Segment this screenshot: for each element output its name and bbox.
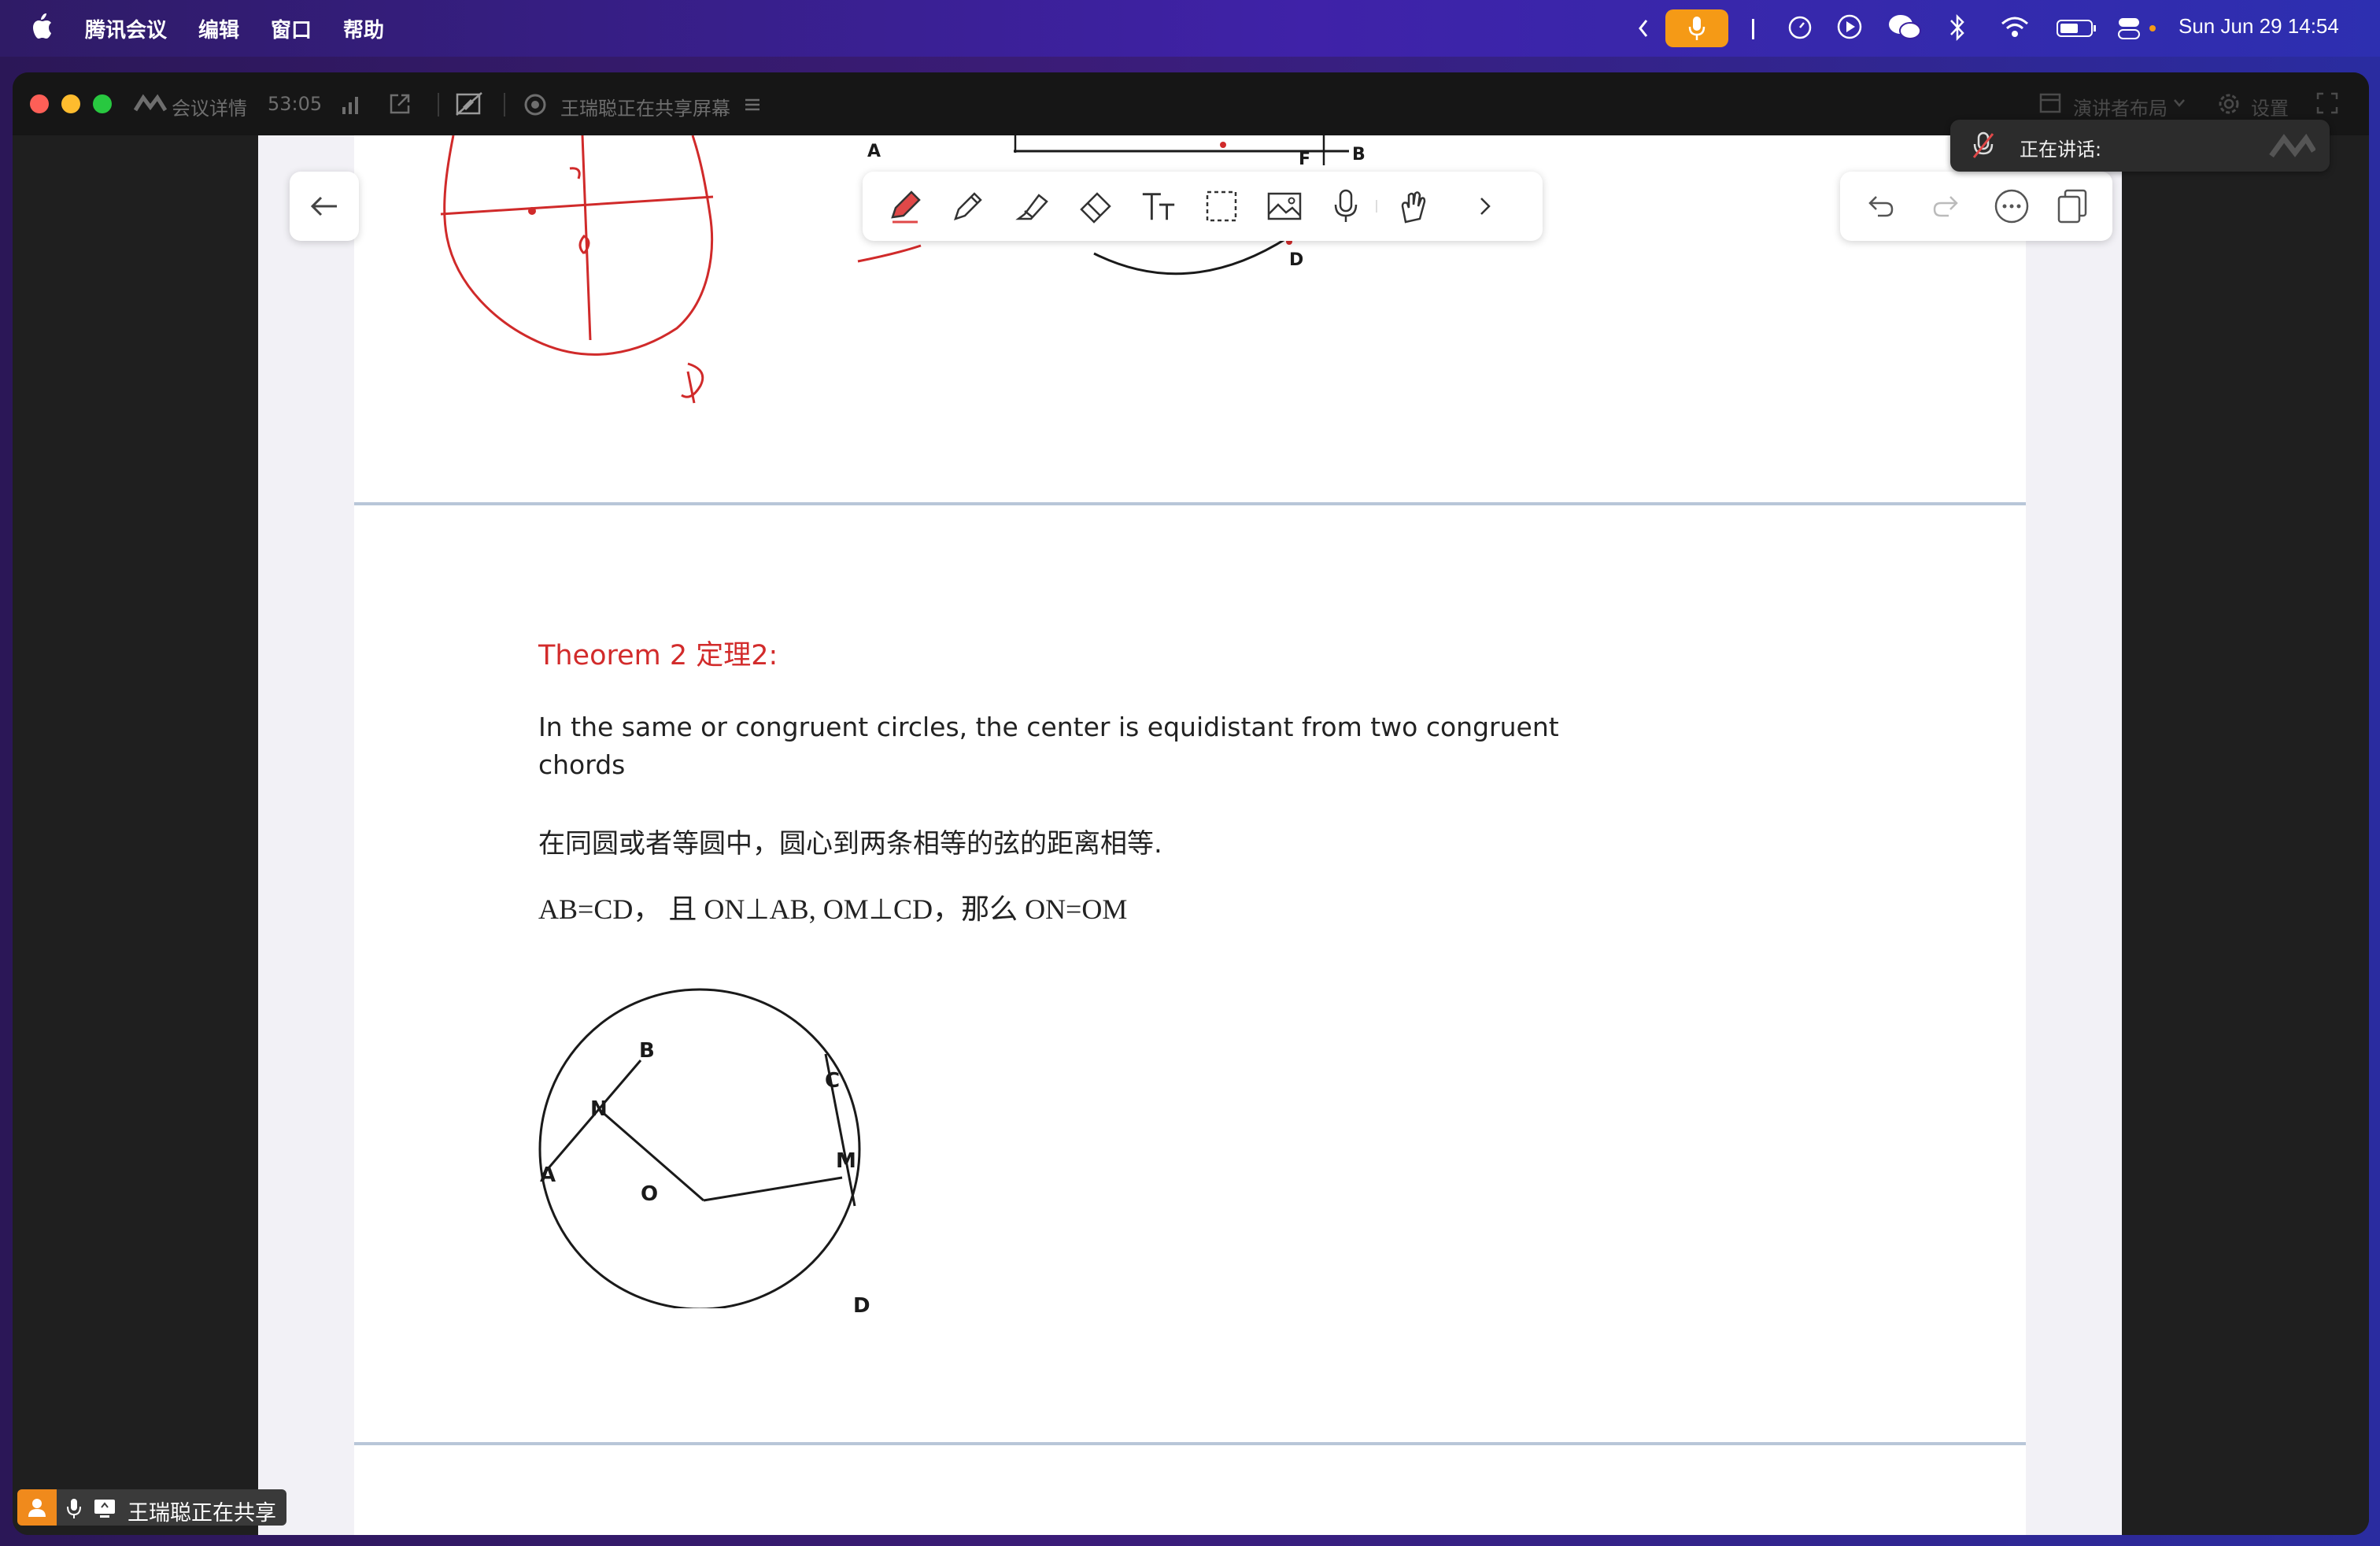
menu-edit[interactable]: 编辑 — [198, 14, 239, 43]
app-menu[interactable]: 腾讯会议 — [85, 14, 167, 43]
divider-icon — [1752, 19, 1755, 39]
theorem-title: Theorem 2 定理2: — [538, 640, 778, 671]
close-window-button[interactable] — [30, 94, 49, 113]
chevron-down-icon[interactable] — [2172, 98, 2186, 109]
eraser-icon[interactable] — [1077, 187, 1114, 225]
undo-icon[interactable] — [1862, 187, 1900, 225]
theorem-statement-english: In the same or congruent circles, the ce… — [538, 712, 1559, 780]
diagram-label-d: D — [853, 1294, 870, 1318]
circle-chord-diagram — [538, 988, 861, 1308]
microphone-icon — [1687, 15, 1706, 42]
text-icon[interactable] — [1140, 187, 1177, 225]
signal-strength-icon[interactable] — [340, 94, 362, 115]
wechat-icon[interactable] — [1887, 13, 1922, 43]
speaking-indicator: 正在讲话: — [1950, 120, 2330, 172]
diagram-label-m: M — [836, 1149, 856, 1173]
menu-help[interactable]: 帮助 — [343, 14, 384, 43]
drawing-toolbar — [863, 172, 1543, 241]
presenter-layout-button[interactable]: 演讲者布局 — [2073, 93, 2168, 120]
speaker-avatar-icon — [2268, 132, 2315, 161]
chevron-left-icon[interactable] — [1637, 17, 1650, 39]
diagram-label-c: C — [825, 1069, 841, 1093]
chevron-right-icon[interactable] — [1465, 187, 1503, 225]
diagram-label-o: O — [641, 1182, 659, 1206]
external-window-icon[interactable] — [387, 91, 412, 117]
menu-bar: 腾讯会议 编辑 窗口 帮助 Sun Jun 29 14:54 — [0, 0, 2380, 57]
battery-icon[interactable] — [2056, 17, 2098, 39]
diagram-circle — [538, 988, 861, 1308]
microphone-icon — [66, 1497, 82, 1519]
figure-label-a: A — [867, 142, 881, 161]
handwritten-chord — [440, 195, 714, 216]
minimize-window-button[interactable] — [61, 94, 80, 113]
segment-om — [703, 1176, 843, 1202]
control-center-icon[interactable] — [2117, 16, 2158, 41]
diagram-label-a: A — [540, 1163, 556, 1187]
pen-icon[interactable] — [886, 187, 924, 225]
document-page-current: Theorem 2 定理2: In the same or congruent … — [354, 505, 2026, 1442]
screen-share-icon — [93, 1498, 116, 1518]
speaking-label: 正在讲话: — [2020, 139, 2102, 161]
handwritten-circle — [443, 135, 714, 356]
titlebar-divider — [438, 93, 439, 117]
wifi-icon[interactable] — [1999, 13, 2031, 41]
bluetooth-icon[interactable] — [1947, 13, 1968, 43]
image-icon[interactable] — [1266, 187, 1303, 225]
presenter-layout-icon[interactable] — [2038, 91, 2062, 115]
menu-window[interactable]: 窗口 — [271, 14, 312, 43]
theorem-statement-chinese: 在同圆或者等圆中，圆心到两条相等的弦的距离相等. — [538, 828, 1162, 860]
sharing-badge[interactable]: 王瑞聪正在共享 — [17, 1489, 286, 1526]
toolbar-divider — [1376, 200, 1377, 213]
titlebar-divider — [504, 93, 505, 117]
back-button[interactable] — [290, 172, 359, 241]
laser-hand-icon[interactable] — [1395, 187, 1432, 225]
mic-active-indicator[interactable] — [1665, 9, 1728, 47]
figure-label-b: B — [1352, 145, 1366, 165]
diagram-label-n: N — [590, 1097, 608, 1121]
sharing-badge-text: 王瑞聪正在共享 — [128, 1501, 276, 1526]
whiteboard-document[interactable]: A B F D Theorem 2 定理2: In the same or co… — [258, 135, 2122, 1535]
mic-muted-icon — [1971, 131, 1996, 161]
screen-share-icon — [523, 93, 548, 117]
figure-label-d: D — [1289, 250, 1304, 270]
more-icon[interactable] — [1993, 187, 2031, 225]
figure-label-f: F — [1299, 150, 1311, 169]
annotation-off-icon[interactable] — [455, 91, 483, 117]
mic-icon[interactable] — [1327, 187, 1365, 225]
fullscreen-icon[interactable] — [2315, 91, 2339, 115]
tencent-meeting-logo-icon — [134, 93, 167, 115]
redo-icon[interactable] — [1927, 187, 1964, 225]
whiteboard-actions-toolbar — [1840, 172, 2112, 241]
user-icon — [17, 1489, 57, 1526]
menubar-clock[interactable]: Sun Jun 29 14:54 — [2179, 14, 2339, 39]
arrow-left-icon — [309, 194, 340, 219]
settings-button[interactable]: 设置 — [2251, 93, 2289, 120]
sharing-status-text: 王瑞聪正在共享屏幕 — [560, 98, 730, 120]
document-page-next — [354, 1445, 2026, 1535]
shared-screen-area: A B F D Theorem 2 定理2: In the same or co… — [13, 135, 2369, 1535]
meeting-duration: 53:05 — [268, 93, 323, 115]
play-icon[interactable] — [1835, 13, 1864, 41]
select-icon[interactable] — [1203, 187, 1240, 225]
list-icon[interactable] — [743, 96, 762, 113]
pencil-icon[interactable] — [949, 187, 987, 225]
highlighter-icon[interactable] — [1014, 187, 1051, 225]
theorem-equation: AB=CD， 且 ON⊥AB, OM⊥CD，那么 ON=OM — [538, 893, 1128, 925]
diagram-label-b: B — [639, 1039, 655, 1063]
meeting-window: 会议详情 53:05 王瑞聪正在共享屏幕 演讲者布局 设置 A B F D Th… — [13, 72, 2369, 1535]
timer-icon[interactable] — [1787, 13, 1813, 41]
gear-icon[interactable] — [2216, 91, 2241, 117]
apple-logo-icon[interactable] — [30, 13, 54, 41]
meeting-details-link[interactable]: 会议详情 — [172, 93, 247, 120]
zoom-window-button[interactable] — [93, 94, 112, 113]
copy-pages-icon[interactable] — [2054, 187, 2092, 225]
